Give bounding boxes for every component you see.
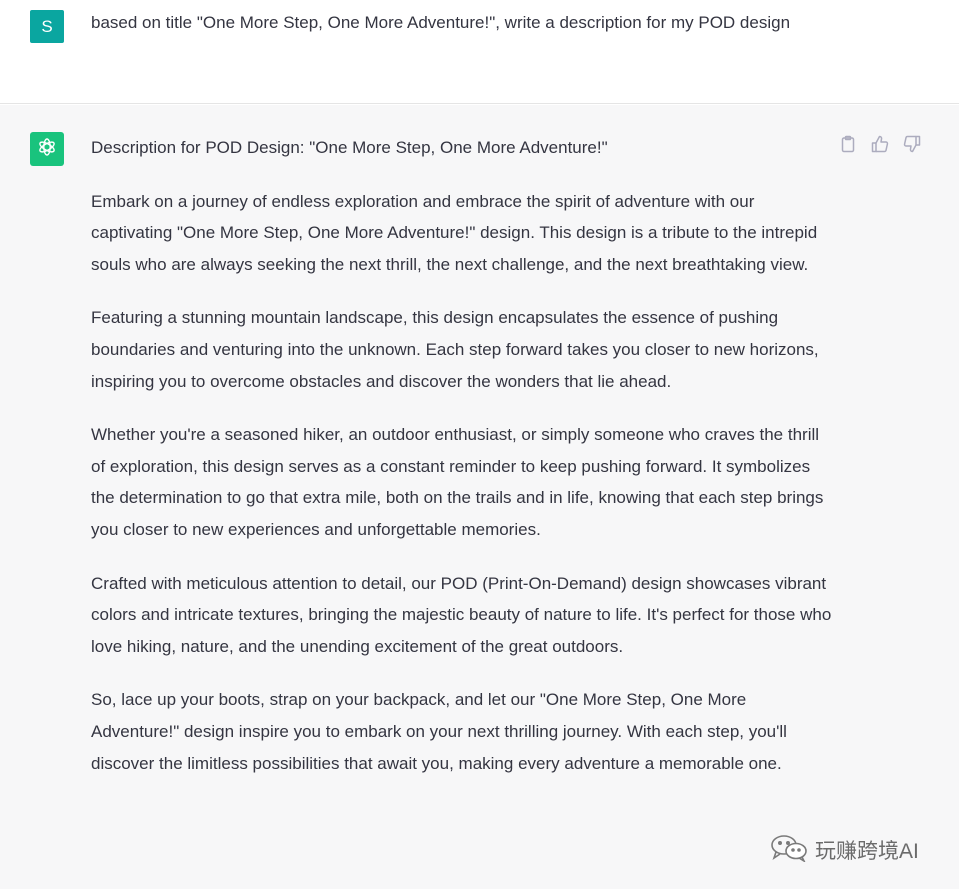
assistant-message-row: Description for POD Design: "One More St… — [0, 105, 959, 889]
clipboard-icon[interactable] — [838, 134, 858, 154]
user-prompt-text: based on title "One More Step, One More … — [91, 13, 791, 32]
watermark: 玩赚跨境AI — [769, 834, 919, 869]
response-title: Description for POD Design: "One More St… — [91, 138, 608, 157]
paragraph: Whether you're a seasoned hiker, an outd… — [91, 425, 824, 539]
thumbs-up-icon[interactable] — [870, 134, 890, 154]
thumbs-down-icon[interactable] — [902, 134, 922, 154]
assistant-avatar — [30, 132, 64, 166]
paragraph: Featuring a stunning mountain landscape,… — [91, 308, 819, 391]
paragraph: Crafted with meticulous attention to det… — [91, 573, 832, 656]
user-message-row: S based on title "One More Step, One Mor… — [0, 0, 959, 104]
openai-logo-icon — [35, 135, 59, 164]
user-avatar: S — [30, 10, 64, 43]
wechat-icon — [769, 834, 809, 869]
paragraph: So, lace up your boots, strap on your ba… — [91, 690, 787, 773]
assistant-message-text: Description for POD Design: "One More St… — [91, 132, 833, 801]
watermark-text: 玩赚跨境AI — [815, 839, 919, 863]
message-actions — [838, 134, 922, 154]
paragraph: Embark on a journey of endless explorati… — [91, 191, 818, 274]
